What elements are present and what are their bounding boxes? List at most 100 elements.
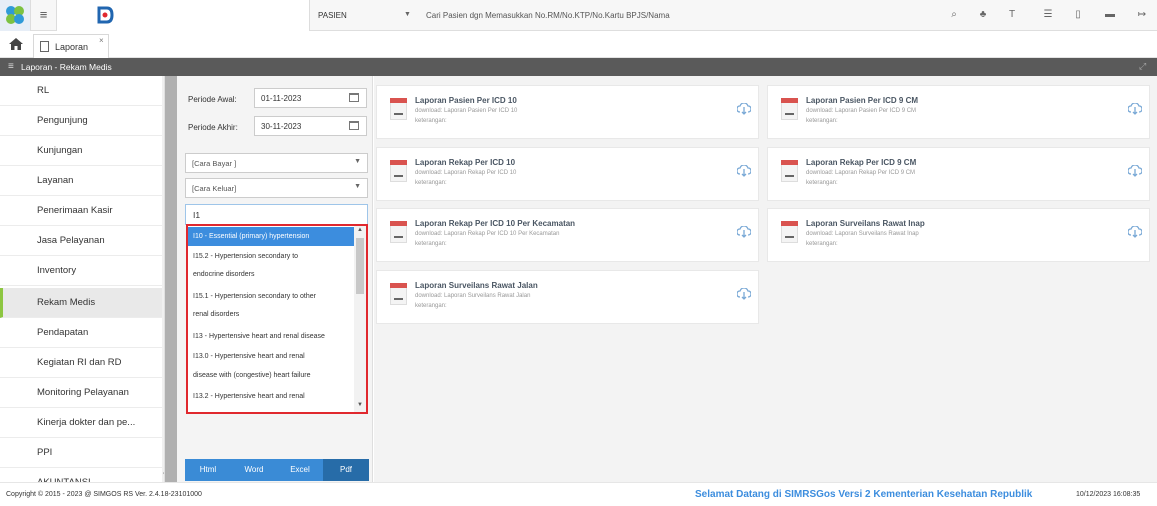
export-html-button[interactable]: Html <box>185 459 231 481</box>
report-download-text: download: Laporan Pasien Per ICD 10 <box>415 108 518 114</box>
close-icon[interactable]: × <box>99 36 104 45</box>
cloud-download-icon[interactable] <box>1128 165 1142 177</box>
tab-bar: Laporan × <box>0 31 1157 58</box>
sidebar-item-pendapatan[interactable]: Pendapatan <box>0 318 162 348</box>
dropdown-option[interactable]: endocrine disorders <box>188 265 354 284</box>
report-card[interactable]: Laporan Surveilans Rawat Inap download: … <box>767 208 1150 262</box>
sidebar-item-kinerja-dokter[interactable]: Kinerja dokter dan pe... <box>0 408 162 438</box>
text-icon[interactable]: T <box>1004 7 1020 23</box>
tab-label: Laporan <box>55 42 89 52</box>
report-card[interactable]: Laporan Rekap Per ICD 10 download: Lapor… <box>376 147 759 201</box>
dropdown-option[interactable]: I13.0 - Hypertensive heart and renal <box>188 347 354 366</box>
section-header: ≡ Laporan - Rekam Medis ⤢ <box>0 58 1157 76</box>
brand-logo <box>57 0 310 31</box>
home-icon[interactable] <box>9 38 23 50</box>
sidebar-item-penerimaan-kasir[interactable]: Penerimaan Kasir <box>0 196 162 226</box>
report-card[interactable]: Laporan Pasien Per ICD 9 CM download: La… <box>767 85 1150 139</box>
calendar-icon[interactable] <box>349 93 359 102</box>
icd-search-input[interactable]: I1 <box>185 204 368 225</box>
hamburger-menu-icon[interactable]: ≡ <box>31 0 57 31</box>
sidebar-item-pengunjung[interactable]: Pengunjung <box>0 106 162 136</box>
sidebar-item-rekam-medis[interactable]: Rekam Medis <box>0 288 162 318</box>
report-download-text: download: Laporan Rekap Per ICD 10 <box>415 170 517 176</box>
patient-search-input[interactable]: Cari Pasien dgn Memasukkan No.RM/No.KTP/… <box>426 11 670 20</box>
cloud-download-icon[interactable] <box>1128 103 1142 115</box>
chevron-down-icon: ▼ <box>354 158 361 165</box>
periode-awal-value: 01-11-2023 <box>261 94 302 103</box>
dropdown-option[interactable]: renal disorders <box>188 305 354 324</box>
report-sidebar: RL Pengunjung Kunjungan Layanan Penerima… <box>0 76 165 482</box>
sidebar-item-layanan[interactable]: Layanan <box>0 166 162 196</box>
export-pdf-button[interactable]: Pdf <box>323 459 369 481</box>
tab-laporan[interactable]: Laporan × <box>33 34 109 58</box>
dropdown-option[interactable]: I15.1 - Hypertension secondary to other <box>188 287 354 306</box>
dropdown-option[interactable]: disease with (congestive) heart failure <box>188 366 354 385</box>
report-download-text: download: Laporan Rekap Per ICD 9 CM <box>806 170 916 176</box>
document-icon[interactable]: ▯ <box>1070 7 1086 23</box>
app-logo-icon[interactable] <box>0 0 31 31</box>
sidebar-item-jasa-pelayanan[interactable]: Jasa Pelayanan <box>0 226 162 256</box>
report-download-text: download: Laporan Surveilans Rawat Inap <box>806 231 919 237</box>
calendar-icon[interactable] <box>349 121 359 130</box>
cara-bayar-select[interactable]: [Cara Bayar ] ▼ <box>185 153 368 173</box>
logout-icon[interactable]: ↦ <box>1134 7 1150 23</box>
report-card[interactable]: Laporan Rekap Per ICD 9 CM download: Lap… <box>767 147 1150 201</box>
list-icon[interactable]: ☰ <box>1040 7 1056 23</box>
sidebar-item-rl[interactable]: RL <box>0 76 162 106</box>
menu-icon[interactable]: ≡ <box>8 61 14 72</box>
cloud-download-icon[interactable] <box>1128 226 1142 238</box>
filter-panel-scrollbar[interactable] <box>165 76 177 482</box>
sidebar-item-kunjungan[interactable]: Kunjungan <box>0 136 162 166</box>
scroll-down-icon[interactable]: ▼ <box>357 402 363 408</box>
report-description: keterangan: <box>415 180 447 186</box>
expand-icon[interactable]: ⤢ <box>1139 61 1146 72</box>
sidebar-item-ppi[interactable]: PPI <box>0 438 162 468</box>
dropdown-option[interactable]: I13 - Hypertensive heart and renal disea… <box>188 327 354 346</box>
dropdown-option[interactable]: I13.2 - Hypertensive heart and renal <box>188 387 354 406</box>
report-download-text: download: Laporan Rekap Per ICD 10 Per K… <box>415 231 560 237</box>
cloud-download-icon[interactable] <box>737 103 751 115</box>
report-description: keterangan: <box>415 241 447 247</box>
report-title: Laporan Pasien Per ICD 10 <box>415 96 517 105</box>
sidebar-item-inventory[interactable]: Inventory <box>0 256 162 286</box>
cloud-download-icon[interactable] <box>737 288 751 300</box>
cloud-download-icon[interactable] <box>737 226 751 238</box>
dropdown-option[interactable]: I10 - Essential (primary) hypertension <box>188 227 354 246</box>
folder-icon[interactable]: ▬ <box>1102 7 1118 23</box>
export-word-button[interactable]: Word <box>231 459 277 481</box>
mode-select[interactable]: PASIEN <box>318 11 347 20</box>
chevron-down-icon[interactable]: ▼ <box>404 11 411 18</box>
scrollbar-thumb[interactable] <box>356 238 364 294</box>
dropdown-option[interactable]: I15.2 - Hypertension secondary to <box>188 247 354 266</box>
user-add-icon[interactable]: ♣ <box>975 7 991 23</box>
cloud-download-icon[interactable] <box>737 165 751 177</box>
report-card[interactable]: Laporan Pasien Per ICD 10 download: Lapo… <box>376 85 759 139</box>
pdf-file-icon <box>390 283 407 305</box>
pdf-file-icon <box>390 160 407 182</box>
report-description: keterangan: <box>806 241 838 247</box>
report-title: Laporan Rekap Per ICD 10 <box>415 158 516 167</box>
pdf-file-icon <box>781 221 798 243</box>
report-description: keterangan: <box>415 118 447 124</box>
page-title: Laporan - Rekam Medis <box>21 62 112 72</box>
scroll-up-icon[interactable]: ▲ <box>357 227 363 233</box>
periode-akhir-label: Periode Akhir: <box>188 123 238 132</box>
cara-keluar-select[interactable]: [Cara Keluar] ▼ <box>185 178 368 198</box>
sidebar-item-akuntansi[interactable]: AKUNTANSI <box>0 468 162 482</box>
report-title: Laporan Pasien Per ICD 9 CM <box>806 96 919 105</box>
cara-bayar-value: [Cara Bayar ] <box>192 159 237 168</box>
report-card[interactable]: Laporan Rekap Per ICD 10 Per Kecamatan d… <box>376 208 759 262</box>
report-download-text: download: Laporan Surveilans Rawat Jalan <box>415 293 531 299</box>
periode-awal-label: Periode Awal: <box>188 95 237 104</box>
sidebar-item-kegiatan-ri-rd[interactable]: Kegiatan RI dan RD <box>0 348 162 378</box>
export-excel-button[interactable]: Excel <box>277 459 323 481</box>
sidebar-item-monitoring-pelayanan[interactable]: Monitoring Pelayanan <box>0 378 162 408</box>
report-description: keterangan: <box>415 303 447 309</box>
search-icon[interactable]: ⌕ <box>946 7 962 23</box>
document-icon <box>40 41 49 52</box>
report-title: Laporan Rekap Per ICD 10 Per Kecamatan <box>415 219 576 228</box>
pdf-file-icon <box>781 160 798 182</box>
report-card[interactable]: Laporan Surveilans Rawat Jalan download:… <box>376 270 759 324</box>
icd-autocomplete-dropdown: I10 - Essential (primary) hypertension I… <box>186 224 368 414</box>
dropdown-scrollbar[interactable]: ▲ ▼ <box>354 226 366 412</box>
